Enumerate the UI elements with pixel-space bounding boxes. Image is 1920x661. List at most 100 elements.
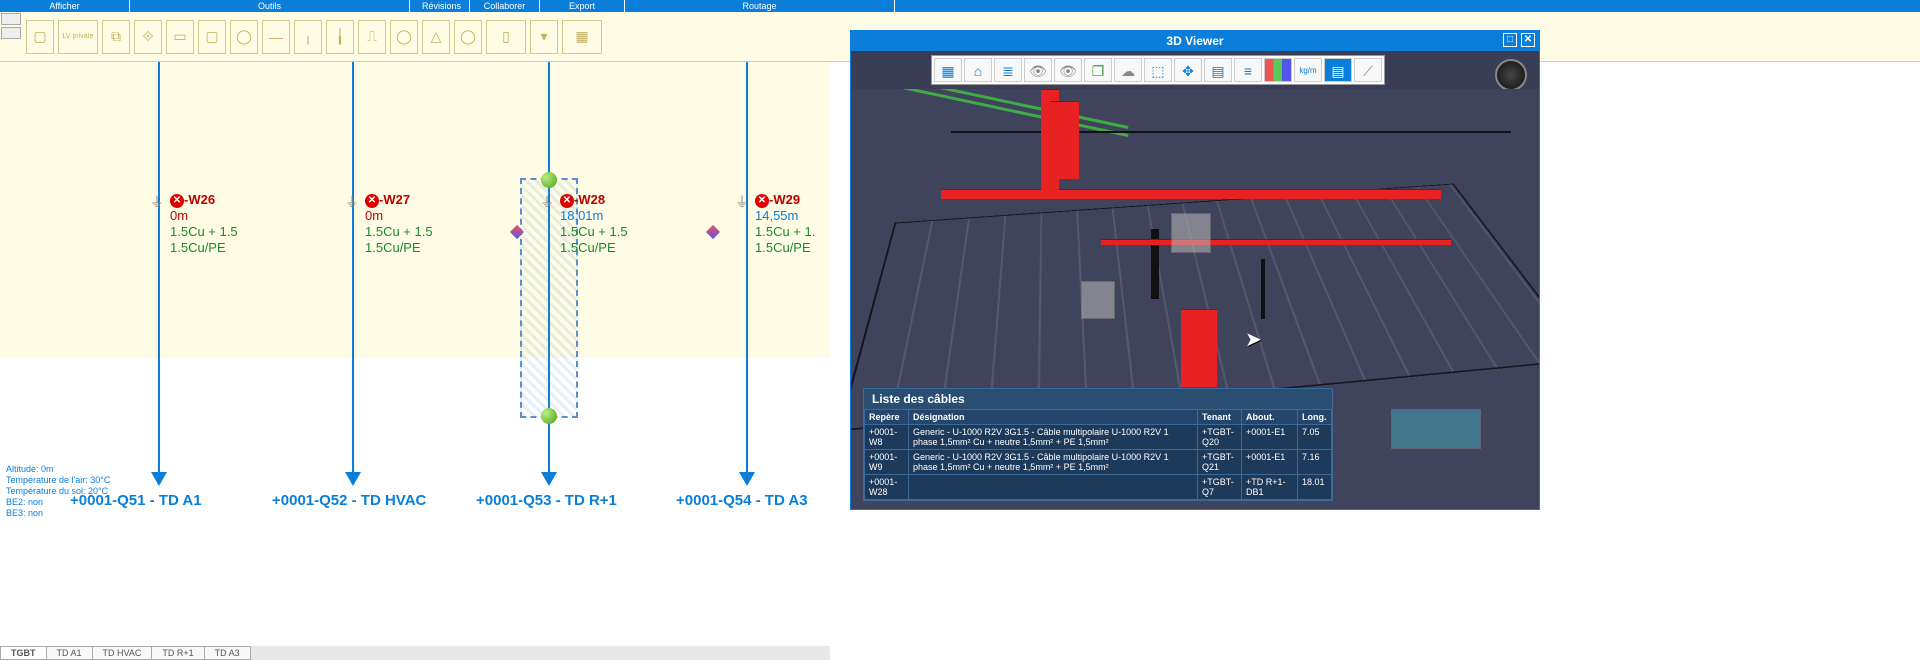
tool-grid-icon[interactable]: ▦ [562, 20, 602, 54]
drag-handle-top[interactable] [541, 172, 557, 188]
cell-repere: +0001-W8 [865, 425, 909, 450]
circuit-label-q53: +0001-Q53 - TD R+1 [476, 492, 617, 509]
home-icon[interactable]: ⌂ [964, 58, 992, 82]
cube-icon[interactable]: ❐ [1084, 58, 1112, 82]
cable-list-title: Liste des câbles [864, 389, 1332, 409]
cell-designation [909, 475, 1198, 500]
tool-switch-icon[interactable]: ╷ [294, 20, 322, 54]
col-long[interactable]: Long. [1298, 410, 1332, 425]
feeder-line-1 [158, 62, 160, 474]
3d-scene[interactable]: ➤ Liste des câbles Repère Désignation Te… [851, 89, 1539, 509]
tool-fuse-icon[interactable]: ╽ [326, 20, 354, 54]
black-post [1261, 259, 1265, 319]
col-tenant[interactable]: Tenant [1198, 410, 1242, 425]
status-altitude: Altitude: 0m [6, 464, 110, 475]
ground-icon: ⏚ [150, 194, 164, 210]
sliders-icon[interactable]: ≡ [1234, 58, 1262, 82]
col-designation[interactable]: Désignation [909, 410, 1198, 425]
menu-afficher[interactable]: Afficher [0, 0, 130, 12]
tab-tda3[interactable]: TD A3 [204, 646, 251, 660]
cable-spec1: 1.5Cu + 1. [755, 224, 815, 239]
col-repere[interactable]: Repère [865, 410, 909, 425]
grid-icon[interactable]: ▦ [934, 58, 962, 82]
tool-line-icon[interactable]: — [262, 20, 290, 54]
bbox-icon[interactable]: ⬚ [1144, 58, 1172, 82]
side-buttons [0, 12, 22, 61]
layers-icon[interactable]: ≣ [994, 58, 1022, 82]
tool-load-icon[interactable]: ▢ [198, 20, 226, 54]
ground-icon: ⏚ [345, 194, 359, 210]
sheet-tabs: TGBT TD A1 TD HVAC TD R+1 TD A3 [0, 646, 830, 660]
list-icon[interactable]: ▤ [1324, 58, 1352, 82]
drag-handle-bottom[interactable] [541, 408, 557, 424]
tab-tda1[interactable]: TD A1 [46, 646, 93, 660]
cell-long: 7.16 [1298, 450, 1332, 475]
tool-lv-private[interactable]: LV private [58, 20, 98, 54]
compass-icon[interactable] [1495, 59, 1527, 91]
weight-icon[interactable]: kg/m [1294, 58, 1322, 82]
tab-tdhvac[interactable]: TD HVAC [92, 646, 153, 660]
cable-name: -W27 [379, 192, 410, 207]
color-bars-icon[interactable] [1264, 58, 1292, 82]
maximize-icon[interactable]: □ [1503, 33, 1517, 47]
tool-transformer-icon[interactable]: ⧉ [102, 20, 130, 54]
cable-list-table: Repère Désignation Tenant About. Long. +… [864, 409, 1332, 500]
cell-about: +TD R+1-DB1 [1242, 475, 1298, 500]
cable-length: 0m [365, 208, 383, 223]
tool-panel-icon[interactable]: ▯ [486, 20, 526, 54]
feeder-line-4 [746, 62, 748, 474]
table-row[interactable]: +0001-W9 Generic - U-1000 R2V 3G1.5 - Câ… [865, 450, 1332, 475]
tab-tdr1[interactable]: TD R+1 [151, 646, 204, 660]
doc-icon[interactable]: ▤ [1204, 58, 1232, 82]
cable-spec2: 1.5Cu/PE [365, 240, 421, 255]
cell-tenant: +TGBT-Q21 [1198, 450, 1242, 475]
side-button-1[interactable] [1, 13, 21, 25]
col-about[interactable]: About. [1242, 410, 1298, 425]
ground-icon: ⏚ [540, 194, 554, 210]
equipment-box [1171, 213, 1211, 253]
side-button-2[interactable] [1, 27, 21, 39]
tool-breaker-icon[interactable]: ⟐ [134, 20, 162, 54]
measure-icon[interactable]: ⟋ [1354, 58, 1382, 82]
viewer-toolbar: ▦ ⌂ ≣ 👁 👁 ❐ ☁ ⬚ ✥ ▤ ≡ kg/m ▤ ⟋ [931, 55, 1385, 85]
tool-dropdown-icon[interactable]: ▾ [530, 20, 558, 54]
tool-socket-icon[interactable]: ◯ [454, 20, 482, 54]
arrow-down-icon [541, 472, 557, 486]
cell-tenant: +TGBT-Q7 [1198, 475, 1242, 500]
cable-spec2: 1.5Cu/PE [170, 240, 226, 255]
tool-lamp-icon[interactable]: △ [422, 20, 450, 54]
equipment-box [1081, 281, 1115, 319]
viewer-titlebar[interactable]: 3D Viewer □ ✕ [851, 31, 1539, 51]
ghost-icon[interactable]: ☁ [1114, 58, 1142, 82]
arrow-down-icon [345, 472, 361, 486]
hide-all-icon[interactable]: 👁 [1054, 58, 1082, 82]
menu-revisions[interactable]: Révisions [410, 0, 470, 12]
error-icon: ✕ [365, 194, 379, 208]
tool-contact-icon[interactable]: ⎍ [358, 20, 386, 54]
table-row[interactable]: +0001-W8 Generic - U-1000 R2V 3G1.5 - Câ… [865, 425, 1332, 450]
cable-label-w26: ⏚ ✕-W26 0m 1.5Cu + 1.5 1.5Cu/PE [170, 192, 238, 256]
menu-collaborer[interactable]: Collaborer [470, 0, 540, 12]
table-row[interactable]: +0001-W28 +TGBT-Q7 +TD R+1-DB1 18.01 [865, 475, 1332, 500]
tool-busbar-icon[interactable]: ▭ [166, 20, 194, 54]
cable-label-w28: ⏚ ✕-W28 18,01m 1.5Cu + 1.5 1.5Cu/PE [560, 192, 628, 256]
close-icon[interactable]: ✕ [1521, 33, 1535, 47]
cell-designation: Generic - U-1000 R2V 3G1.5 - Câble multi… [909, 425, 1198, 450]
menu-routage[interactable]: Routage [625, 0, 895, 12]
tool-motor-icon[interactable]: ◯ [230, 20, 258, 54]
schematic-canvas[interactable]: ⏚ ✕-W26 0m 1.5Cu + 1.5 1.5Cu/PE ⏚ ✕-W27 … [0, 62, 830, 660]
arrow-down-icon [151, 472, 167, 486]
tool-arrow-icon[interactable]: ▢ [26, 20, 54, 54]
cable-spec1: 1.5Cu + 1.5 [560, 224, 628, 239]
hide-icon[interactable]: 👁 [1024, 58, 1052, 82]
menu-export[interactable]: Export [540, 0, 625, 12]
error-icon: ✕ [560, 194, 574, 208]
menu-outils[interactable]: Outils [130, 0, 410, 12]
cell-about: +0001-E1 [1242, 450, 1298, 475]
move-icon[interactable]: ✥ [1174, 58, 1202, 82]
tool-coil-icon[interactable]: ◯ [390, 20, 418, 54]
mouse-cursor-icon: ➤ [1245, 327, 1262, 352]
arrow-down-icon [739, 472, 755, 486]
cable-spec2: 1.5Cu/PE [560, 240, 616, 255]
tab-tgbt[interactable]: TGBT [0, 646, 47, 660]
